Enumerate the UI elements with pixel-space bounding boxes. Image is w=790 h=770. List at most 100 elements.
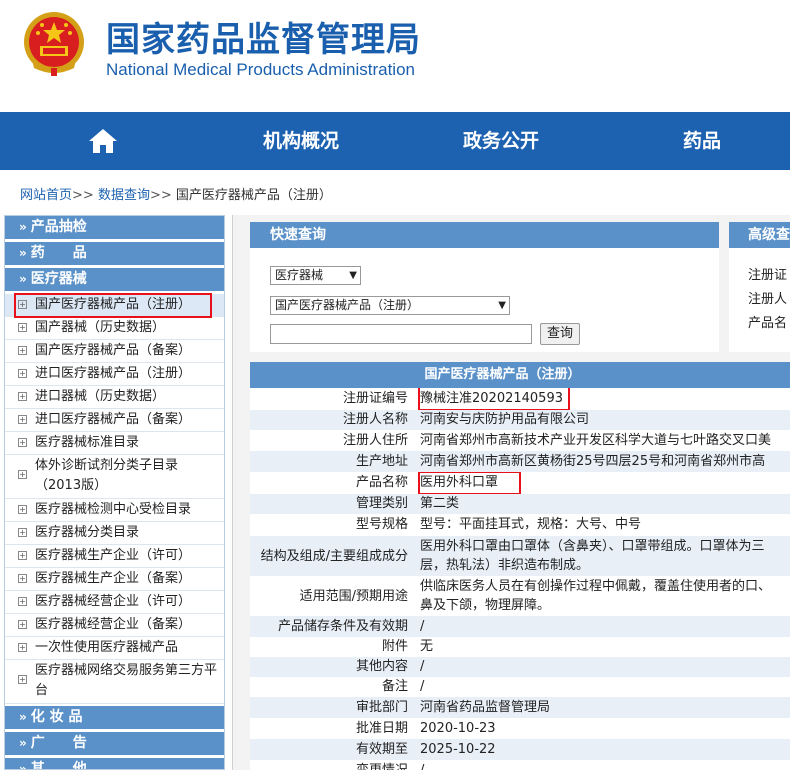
advanced-search-panel: 高级查 注册证 注册人 产品名 <box>729 222 790 352</box>
sidebar-item-label: 医疗器械标准目录 <box>35 435 140 450</box>
detail-label: 批准日期 <box>355 721 408 736</box>
expand-box-icon: + <box>18 300 27 309</box>
detail-row-intended-use: 适用范围/预期用途 供临床医务人员在有创操作过程中佩戴，覆盖住使用者的口、鼻及下… <box>250 576 790 616</box>
advanced-search-title: 高级查 <box>729 222 790 248</box>
sidebar-item-online-platform[interactable]: + 医疗器械网络交易服务第三方平台 <box>5 660 224 704</box>
detail-row-approval-dept: 审批部门 河南省药品监督管理局 <box>250 697 790 718</box>
detail-label: 附件 <box>381 639 408 654</box>
double-chevron-icon: » <box>19 736 27 750</box>
detail-row-attachment: 附件 无 <box>250 637 790 657</box>
sidebar-category-drugs[interactable]: » 药 品 <box>5 242 224 265</box>
sidebar-item-label: 医疗器械生产企业（许可） <box>35 548 192 563</box>
detail-value: / <box>420 619 425 634</box>
sidebar-item-label: 医疗器械经营企业（备案） <box>35 617 192 632</box>
expand-box-icon: + <box>18 470 27 479</box>
sidebar-item-import-history[interactable]: + 进口器械（历史数据） <box>5 386 224 409</box>
detail-label: 管理类别 <box>355 496 408 511</box>
detail-row-other: 其他内容 / <box>250 657 790 677</box>
sidebar-category-sampling[interactable]: » 产品抽检 <box>5 216 224 239</box>
detail-label: 产品储存条件及有效期 <box>277 619 408 634</box>
sidebar-item-label: 医疗器械经营企业（许可） <box>35 594 192 609</box>
detail-label: 有效期至 <box>355 742 408 757</box>
detail-value: 无 <box>420 639 434 654</box>
detail-value: / <box>420 679 425 694</box>
detail-label: 注册人名称 <box>342 412 408 427</box>
sidebar-item-label: 国产医疗器械产品（备案） <box>35 343 192 358</box>
breadcrumb-current: 国产医疗器械产品（注册） <box>175 188 332 203</box>
sidebar-item-manufacturer-filed[interactable]: + 医疗器械生产企业（备案） <box>5 568 224 591</box>
detail-row-structure: 结构及组成/主要组成成分 医用外科口罩由口罩体（含鼻夹）、口罩带组成。口罩体为三… <box>250 536 790 576</box>
detail-value: / <box>412 760 424 770</box>
double-chevron-icon: » <box>19 762 27 770</box>
double-chevron-icon: » <box>19 272 27 286</box>
expand-box-icon: + <box>18 551 27 560</box>
detail-label: 审批部门 <box>355 700 408 715</box>
breadcrumb: 网站首页>> 数据查询>> 国产医疗器械产品（注册） <box>20 184 332 203</box>
sidebar-item-domestic-filed[interactable]: + 国产医疗器械产品（备案） <box>5 340 224 363</box>
expand-box-icon: + <box>18 323 27 332</box>
sidebar-category-cosmetics[interactable]: » 化 妆 品 <box>5 706 224 729</box>
detail-row-registrant-name: 注册人名称 河南安与庆防护用品有限公司 <box>250 410 790 430</box>
sidebar-item-test-center[interactable]: + 医疗器械检测中心受检目录 <box>5 499 224 522</box>
breadcrumb-separator: >> <box>149 188 172 203</box>
sidebar-category-other[interactable]: » 其 他 <box>5 758 224 770</box>
detail-table-title: 国产医疗器械产品（注册） <box>250 362 790 388</box>
breadcrumb-home-link[interactable]: 网站首页 <box>20 188 72 203</box>
sidebar-item-label: 医疗器械检测中心受检目录 <box>35 502 192 517</box>
quick-search-title: 快速查询 <box>250 222 719 248</box>
detail-label: 注册证编号 <box>342 391 408 406</box>
breadcrumb-data-link[interactable]: 数据查询 <box>98 188 150 203</box>
advanced-field-label: 产品名 <box>748 316 788 331</box>
sidebar-item-import-registered[interactable]: + 进口医疗器械产品（注册） <box>5 363 224 386</box>
detail-value: 豫械注准20202140593 <box>420 391 563 406</box>
detail-label: 结构及组成/主要组成成分 <box>260 549 408 564</box>
sidebar-item-distributor-filed[interactable]: + 医疗器械经营企业（备案） <box>5 614 224 637</box>
site-title-cn: 国家药品监督管理局 <box>106 20 421 60</box>
sidebar-item-label: 国产器械（历史数据） <box>35 320 166 335</box>
detail-value: 型号：平面挂耳式，规格：大号、中号 <box>420 517 642 532</box>
sidebar-item-manufacturer-license[interactable]: + 医疗器械生产企业（许可） <box>5 545 224 568</box>
sidebar-item-domestic-registered[interactable]: + 国产医疗器械产品（注册） <box>5 293 224 318</box>
sidebar-item-disposable[interactable]: + 一次性使用医疗器械产品 <box>5 637 224 660</box>
sidebar-item-classification[interactable]: + 医疗器械分类目录 <box>5 522 224 545</box>
detail-row-registrant-address: 注册人住所 河南省郑州市高新技术产业开发区科学大道与七叶路交叉口美 <box>250 430 790 451</box>
advanced-field-label: 注册证 <box>748 268 788 283</box>
detail-value: 河南省药品监督管理局 <box>420 700 551 715</box>
expand-box-icon: + <box>18 505 27 514</box>
detail-row-management-class: 管理类别 第二类 <box>250 494 790 514</box>
sidebar: » 产品抽检 » 药 品 » 医疗器械 + 国产医疗器械产品（注册） + 国产器械（历史数… <box>4 215 225 770</box>
sidebar-item-label: 进口医疗器械产品（注册） <box>35 366 192 381</box>
double-chevron-icon: » <box>19 246 27 260</box>
detail-row-changes: 变更情况 / <box>250 760 790 770</box>
search-button[interactable]: 查询 <box>540 323 580 345</box>
nav-item-drugs[interactable]: 药品 <box>683 112 721 170</box>
sidebar-item-ivd-catalog[interactable]: + 体外诊断试剂分类子目录（2013版） <box>5 455 224 499</box>
national-emblem-icon <box>24 12 84 76</box>
sidebar-category-label: 产品抽检 <box>30 219 87 235</box>
detail-label: 注册人住所 <box>342 433 408 448</box>
detail-value: 第二类 <box>420 496 460 511</box>
expand-box-icon: + <box>18 369 27 378</box>
sidebar-item-import-filed[interactable]: + 进口医疗器械产品（备案） <box>5 409 224 432</box>
sidebar-item-standards[interactable]: + 医疗器械标准目录 <box>5 432 224 455</box>
sidebar-item-label: 医疗器械生产企业（备案） <box>35 571 192 586</box>
sidebar-item-domestic-history[interactable]: + 国产器械（历史数据） <box>5 317 224 340</box>
nav-item-about[interactable]: 机构概况 <box>263 112 339 170</box>
sidebar-category-devices[interactable]: » 医疗器械 <box>5 268 224 291</box>
sidebar-category-label: 其 他 <box>30 761 87 770</box>
sidebar-category-ads[interactable]: » 广 告 <box>5 732 224 755</box>
category-select[interactable]: 医疗器械 ▼ <box>270 266 361 285</box>
expand-box-icon: + <box>18 528 27 537</box>
database-select[interactable]: 国产医疗器械产品（注册） ▼ <box>270 296 510 315</box>
nav-item-government-affairs[interactable]: 政务公开 <box>463 112 539 170</box>
detail-value: 河南省郑州市高新技术产业开发区科学大道与七叶路交叉口美 <box>420 433 772 448</box>
detail-row-product-name: 产品名称 医用外科口罩 <box>250 472 790 494</box>
quick-search-panel: 快速查询 医疗器械 ▼ 国产医疗器械产品（注册） ▼ 查询 <box>250 222 719 352</box>
site-title-en: National Medical Products Administration <box>106 60 415 79</box>
sidebar-item-label: 一次性使用医疗器械产品 <box>35 640 179 655</box>
home-icon[interactable] <box>88 128 118 154</box>
sidebar-item-distributor-license[interactable]: + 医疗器械经营企业（许可） <box>5 591 224 614</box>
double-chevron-icon: » <box>19 220 27 234</box>
sidebar-item-label: 体外诊断试剂分类子目录（2013版） <box>35 458 179 493</box>
search-input[interactable] <box>270 324 532 344</box>
